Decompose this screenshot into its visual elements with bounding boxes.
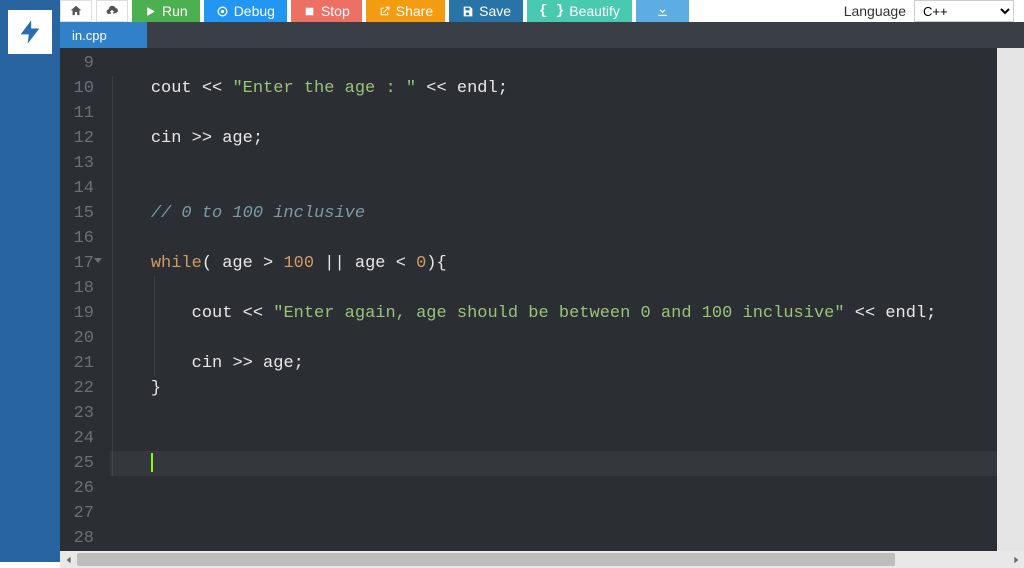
code-line[interactable]: cout << "Enter the age : " << endl; <box>110 76 1024 101</box>
line-number: 27 <box>60 501 94 526</box>
language-label: Language <box>844 3 906 19</box>
download-icon <box>656 5 669 18</box>
line-number: 18 <box>60 276 94 301</box>
text-cursor <box>151 453 153 472</box>
scroll-thumb[interactable] <box>77 553 895 566</box>
tab-bar: in.cpp <box>60 22 1024 48</box>
braces-icon: { } <box>539 3 564 19</box>
line-number: 16 <box>60 226 94 251</box>
code-line[interactable] <box>110 426 1024 451</box>
run-label: Run <box>162 3 188 19</box>
line-gutter: 910111213141516171819202122232425262728 <box>60 48 104 551</box>
code-line[interactable] <box>110 476 1024 501</box>
code-line[interactable]: // 0 to 100 inclusive <box>110 201 1024 226</box>
stop-icon <box>303 5 316 18</box>
line-number: 24 <box>60 426 94 451</box>
line-number: 22 <box>60 376 94 401</box>
line-number: 12 <box>60 126 94 151</box>
line-number: 13 <box>60 151 94 176</box>
scroll-left-arrow[interactable] <box>60 551 77 568</box>
horizontal-scrollbar[interactable] <box>60 551 1024 568</box>
line-number: 15 <box>60 201 94 226</box>
stop-label: Stop <box>321 3 350 19</box>
save-label: Save <box>479 3 511 19</box>
code-line[interactable] <box>110 526 1024 551</box>
run-button[interactable]: Run <box>132 0 200 22</box>
line-number: 10 <box>60 76 94 101</box>
save-icon <box>461 5 474 18</box>
code-line[interactable] <box>110 226 1024 251</box>
code-line[interactable] <box>110 276 1024 301</box>
line-number: 19 <box>60 301 94 326</box>
code-line[interactable]: while( age > 100 || age < 0){ <box>110 251 1024 276</box>
play-icon <box>144 5 157 18</box>
fold-marker-icon[interactable] <box>94 258 102 263</box>
line-number: 25 <box>60 451 94 476</box>
download-button[interactable] <box>636 0 689 22</box>
line-number: 23 <box>60 401 94 426</box>
toolbar: Run Debug Stop Share Save { } Beautify <box>60 0 1024 22</box>
code-line[interactable]: cin >> age; <box>110 126 1024 151</box>
code-line[interactable] <box>110 101 1024 126</box>
share-icon <box>378 5 391 18</box>
code-area[interactable]: cout << "Enter the age : " << endl; cin … <box>104 48 1024 551</box>
tab-filename: in.cpp <box>72 28 107 43</box>
code-line[interactable] <box>110 451 1024 476</box>
logo <box>8 10 52 54</box>
editor[interactable]: 910111213141516171819202122232425262728 … <box>60 48 1024 568</box>
home-icon <box>69 4 83 18</box>
code-line[interactable] <box>110 501 1024 526</box>
code-line[interactable] <box>110 326 1024 351</box>
stop-button[interactable]: Stop <box>291 0 362 22</box>
scroll-right-arrow[interactable] <box>1007 551 1024 568</box>
beautify-button[interactable]: { } Beautify <box>527 0 632 22</box>
debug-label: Debug <box>234 3 275 19</box>
code-line[interactable]: cin >> age; <box>110 351 1024 376</box>
share-label: Share <box>396 3 433 19</box>
file-tab[interactable]: in.cpp <box>60 22 147 48</box>
code-line[interactable]: } <box>110 376 1024 401</box>
line-number: 11 <box>60 101 94 126</box>
language-group: Language C++ <box>844 0 1024 22</box>
debug-button[interactable]: Debug <box>204 0 287 22</box>
upload-icon-button[interactable] <box>96 0 128 22</box>
line-number: 26 <box>60 476 94 501</box>
home-icon-button[interactable] <box>60 0 92 22</box>
line-number: 9 <box>60 51 94 76</box>
debug-icon <box>216 5 229 18</box>
code-line[interactable] <box>110 151 1024 176</box>
share-button[interactable]: Share <box>366 0 445 22</box>
line-number: 28 <box>60 526 94 551</box>
language-select[interactable]: C++ <box>914 0 1014 22</box>
vertical-scrollbar[interactable] <box>997 48 1024 551</box>
left-sidebar <box>0 0 60 562</box>
line-number: 17 <box>60 251 94 276</box>
save-button[interactable]: Save <box>449 0 523 22</box>
code-line[interactable] <box>110 176 1024 201</box>
beautify-label: Beautify <box>569 3 620 19</box>
line-number: 21 <box>60 351 94 376</box>
upload-cloud-icon <box>105 4 119 18</box>
line-number: 20 <box>60 326 94 351</box>
code-line[interactable]: cout << "Enter again, age should be betw… <box>110 301 1024 326</box>
code-line[interactable] <box>110 401 1024 426</box>
code-line[interactable] <box>110 51 1024 76</box>
line-number: 14 <box>60 176 94 201</box>
scroll-track[interactable] <box>77 551 1007 568</box>
